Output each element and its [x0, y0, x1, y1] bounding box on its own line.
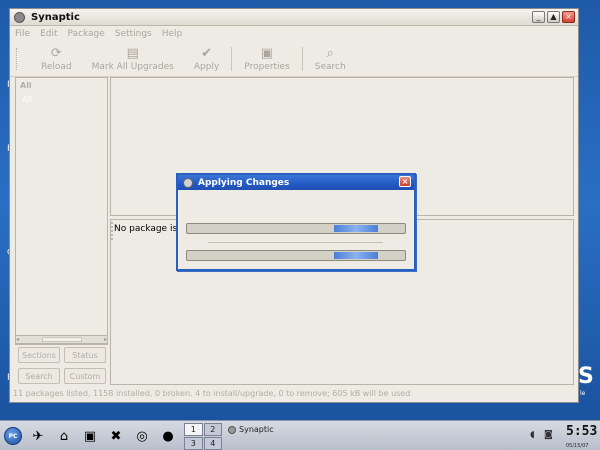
- reload-label: Reload: [41, 61, 72, 72]
- applying-changes-dialog: Applying Changes ×: [176, 173, 416, 271]
- menu-settings[interactable]: Settings: [115, 29, 152, 39]
- search-button[interactable]: ⌕ Search: [305, 42, 356, 76]
- dialog-close-button[interactable]: ×: [399, 176, 411, 187]
- clock[interactable]: 5:53: [566, 424, 597, 439]
- mark-all-upgrades-label: Mark All Upgrades: [91, 61, 174, 72]
- home-icon[interactable]: ⌂: [54, 427, 74, 445]
- pager-desktop-1[interactable]: 1: [184, 423, 203, 436]
- toolbar: ⟳ Reload ▤ Mark All Upgrades ✔ Apply ▣ P…: [10, 41, 578, 77]
- mark-all-upgrades-button[interactable]: ▤ Mark All Upgrades: [82, 42, 184, 76]
- filter-list-header[interactable]: All: [16, 78, 107, 93]
- firefox-icon[interactable]: ●: [158, 427, 178, 445]
- network-icon[interactable]: ◙: [544, 430, 553, 440]
- status-button[interactable]: Status: [64, 347, 106, 363]
- sections-button[interactable]: Sections: [18, 347, 60, 363]
- progress-pulse: [334, 252, 378, 259]
- tools-icon[interactable]: ✖: [106, 427, 126, 445]
- window-controls: _ ▲ ×: [532, 11, 575, 23]
- progress-bar-bottom: [186, 250, 406, 261]
- dialog-separator: [208, 242, 383, 243]
- filter-list-item[interactable]: All: [16, 93, 107, 106]
- desktop-brand-logo: S: [578, 364, 594, 389]
- apply-button[interactable]: ✔ Apply: [184, 42, 229, 76]
- rocket-icon[interactable]: ✈: [28, 427, 48, 445]
- taskbar-task-label: Synaptic: [239, 425, 274, 434]
- menu-file[interactable]: File: [15, 29, 30, 39]
- reload-icon: ⟳: [50, 45, 62, 61]
- menubar: File Edit Package Settings Help: [10, 26, 578, 41]
- search-filter-button[interactable]: Search: [18, 368, 60, 384]
- taskbar-task-synaptic[interactable]: Synaptic: [228, 425, 274, 434]
- scrollbar-thumb[interactable]: [41, 337, 82, 342]
- close-button[interactable]: ×: [562, 11, 575, 23]
- filter-list[interactable]: All All: [15, 77, 108, 345]
- details-text: No package is s: [114, 224, 185, 234]
- minimize-button[interactable]: _: [532, 11, 545, 23]
- properties-button[interactable]: ▣ Properties: [234, 42, 299, 76]
- properties-icon: ▣: [260, 45, 274, 61]
- filter-list-scrollbar[interactable]: ◂ ▸: [15, 335, 108, 344]
- lifebuoy-icon[interactable]: ◎: [132, 427, 152, 445]
- dialog-title: Applying Changes: [198, 177, 290, 188]
- upgrade-icon: ▤: [126, 45, 139, 61]
- toolbar-grip[interactable]: [16, 47, 19, 70]
- date: 05/15/07: [566, 443, 589, 449]
- search-label: Search: [314, 61, 346, 72]
- custom-filter-button[interactable]: Custom: [64, 368, 106, 384]
- menu-help[interactable]: Help: [162, 29, 183, 39]
- desktop-brand-sub: le: [580, 390, 586, 397]
- pager-desktop-3[interactable]: 3: [184, 437, 203, 450]
- synaptic-app-icon: [183, 177, 193, 188]
- synaptic-app-icon: [14, 11, 25, 23]
- search-icon: ⌕: [326, 45, 334, 61]
- taskbar: PC ✈ ⌂ ▣ ✖ ◎ ● 1 2 3 4 Synaptic ◖ ◙ 5:53…: [0, 420, 600, 450]
- scroll-right-arrow-icon[interactable]: ▸: [104, 336, 107, 343]
- start-menu-button[interactable]: PC: [4, 427, 22, 445]
- dialog-titlebar[interactable]: Applying Changes ×: [178, 175, 414, 190]
- menu-package[interactable]: Package: [68, 29, 105, 39]
- window-titlebar[interactable]: Synaptic _ ▲ ×: [10, 9, 578, 26]
- progress-pulse: [334, 225, 378, 232]
- apply-label: Apply: [193, 61, 220, 72]
- toolbar-separator: [301, 46, 303, 71]
- reload-button[interactable]: ⟳ Reload: [31, 42, 82, 76]
- progress-bar-top: [186, 223, 406, 234]
- volume-icon[interactable]: ◖: [530, 430, 535, 440]
- maximize-button[interactable]: ▲: [547, 11, 560, 23]
- pager-desktop-2[interactable]: 2: [203, 423, 222, 436]
- pager-desktop-4[interactable]: 4: [203, 437, 222, 450]
- toolbar-separator: [231, 46, 233, 71]
- synaptic-app-icon: [228, 425, 236, 434]
- properties-label: Properties: [244, 61, 290, 72]
- desktop-pager: 1 2 3 4: [184, 423, 222, 450]
- menu-edit[interactable]: Edit: [40, 29, 57, 39]
- window-title: Synaptic: [31, 11, 80, 23]
- check-icon: ✔: [201, 45, 213, 61]
- scroll-left-arrow-icon[interactable]: ◂: [16, 336, 19, 343]
- terminal-icon[interactable]: ▣: [80, 427, 100, 445]
- status-bar: 11 packages listed, 1158 installed, 0 br…: [13, 389, 411, 398]
